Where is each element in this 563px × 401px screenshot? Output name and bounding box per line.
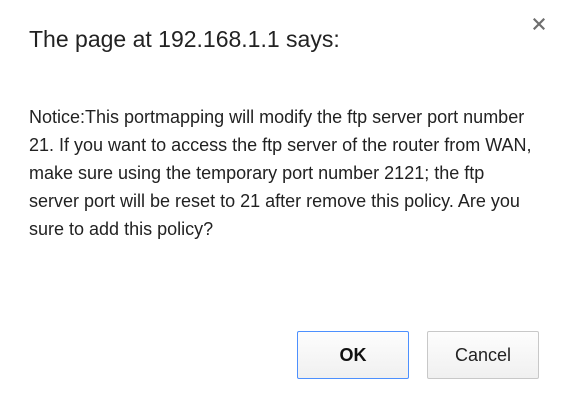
close-button[interactable] bbox=[529, 14, 549, 34]
alert-dialog: The page at 192.168.1.1 says: Notice:Thi… bbox=[0, 0, 563, 401]
dialog-message: Notice:This portmapping will modify the … bbox=[29, 107, 532, 239]
dialog-title: The page at 192.168.1.1 says: bbox=[29, 26, 340, 52]
ok-button[interactable]: OK bbox=[297, 331, 409, 379]
cancel-button[interactable]: Cancel bbox=[427, 331, 539, 379]
close-icon bbox=[533, 18, 545, 30]
